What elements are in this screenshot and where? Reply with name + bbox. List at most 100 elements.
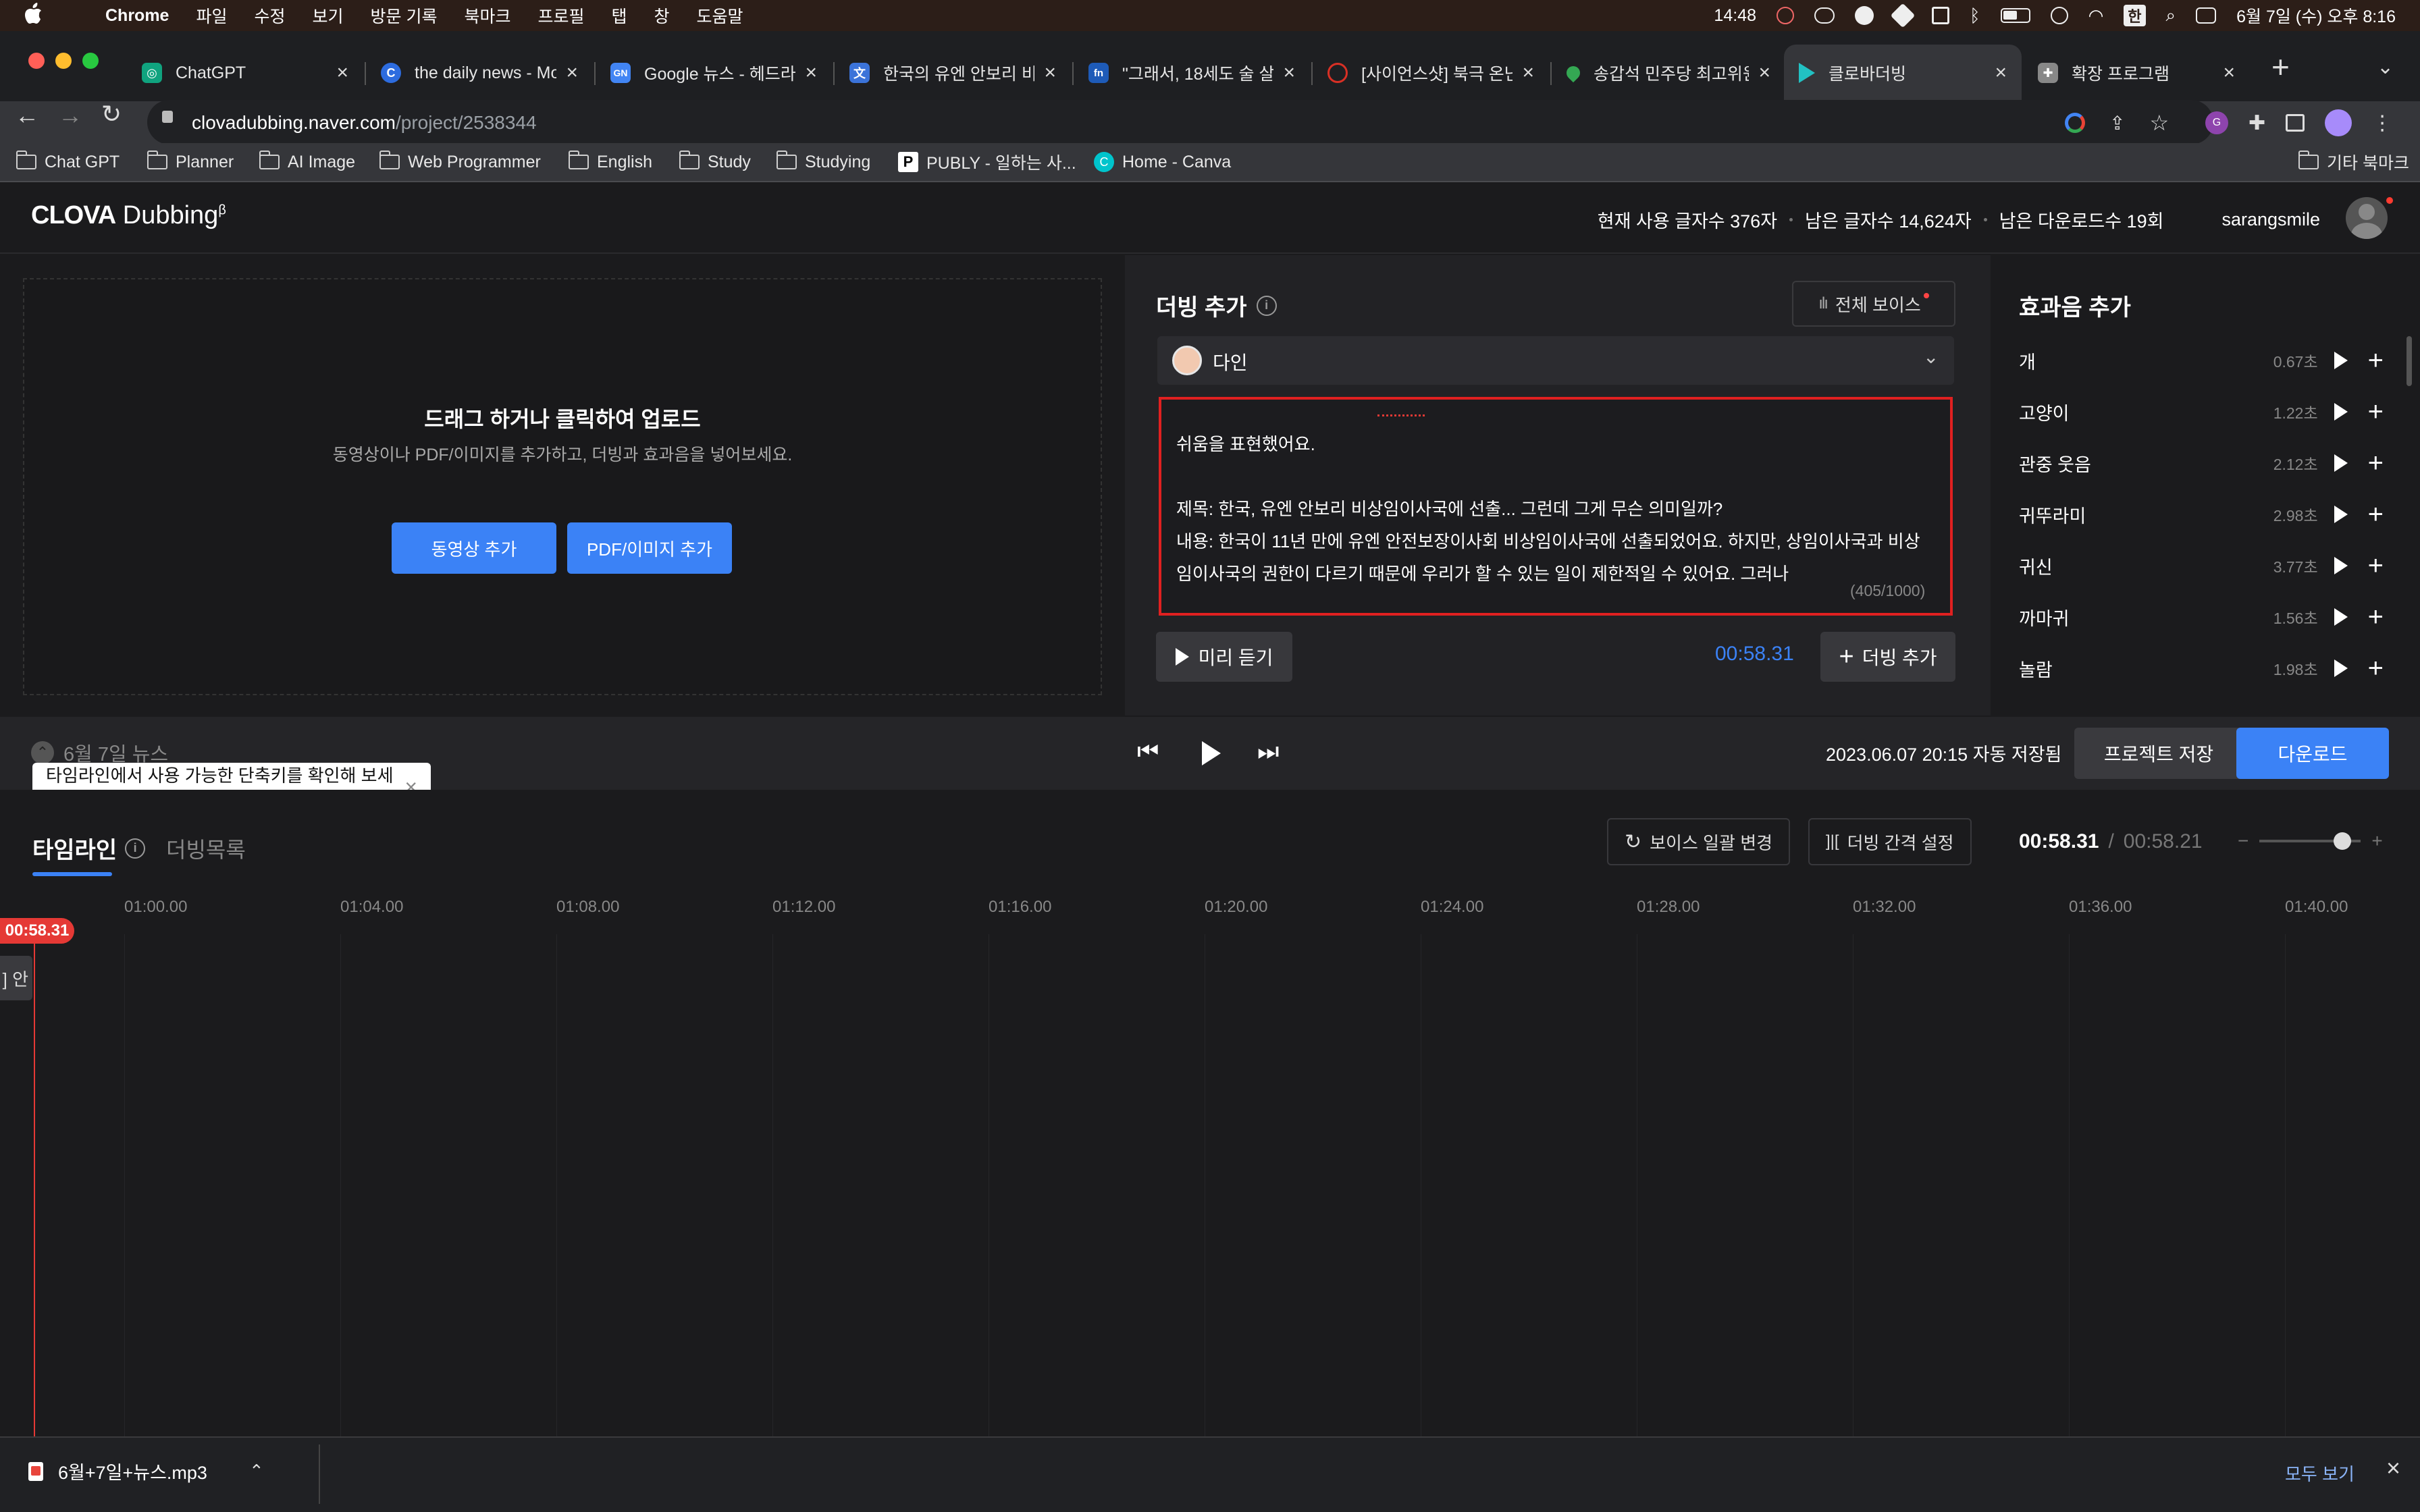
profile-avatar-icon[interactable] [2325,109,2352,136]
lock-icon[interactable] [162,111,173,123]
menubar-datetime[interactable]: 6월 7일 (수) 오후 8:16 [2236,3,2396,28]
downloaded-file[interactable]: 6월+7일+뉴스.mp3 ⌃ [28,1458,264,1484]
zoom-out-icon[interactable]: − [2238,830,2248,852]
skip-back-icon[interactable]: ⏮ [1137,737,1159,766]
menu-view[interactable]: 보기 [313,3,344,28]
tab-close-icon[interactable]: × [566,61,578,84]
window-layout-icon[interactable] [1931,7,1949,24]
chevron-down-icon[interactable]: ⌄ [1923,346,1939,368]
tab-close-icon[interactable]: × [1283,61,1295,84]
all-voices-button[interactable]: ılı 전체 보이스 [1792,281,1955,327]
menu-tab[interactable]: 탭 [612,3,627,28]
control-center-icon[interactable] [2196,7,2217,24]
menu-app-name[interactable]: Chrome [105,6,169,26]
add-sfx-icon[interactable]: + [2368,347,2384,374]
dubbing-text-input[interactable]: 쉬움을 표현했어요. 제목: 한국, 유엔 안보리 비상임이사국에 선출... … [1159,397,1953,616]
tab-search-chevron-icon[interactable]: ⌄ [2377,55,2394,79]
new-tab-button[interactable]: + [2271,49,2290,85]
bookmark-canva[interactable]: C Home - Canva [1094,143,1231,181]
bookmark-publy[interactable]: P PUBLY - 일하는 사... [898,143,1076,181]
google-lens-icon[interactable] [2065,113,2085,133]
chevron-up-icon[interactable]: ⌃ [249,1461,264,1482]
tab-daily-news[interactable]: C the daily news - Mo × [366,45,593,101]
tab-song-article[interactable]: 송갑석 민주당 최고위원 × [1552,45,1785,101]
skip-forward-icon[interactable]: ⏭ [1257,737,1279,766]
play-icon[interactable] [2334,608,2348,626]
info-icon[interactable]: i [1256,295,1277,316]
bookmark-web-programmer[interactable]: Web Programmer [379,143,541,181]
add-video-button[interactable]: 동영상 추가 [392,522,556,574]
tab-close-icon[interactable]: × [1522,61,1534,84]
tab-close-icon[interactable]: × [1044,61,1056,84]
zoom-slider-knob[interactable] [2334,832,2352,850]
add-pdf-image-button[interactable]: PDF/이미지 추가 [567,522,732,574]
menu-history[interactable]: 방문 기록 [371,3,438,28]
tab-fn-article[interactable]: fn "그래서, 18세도 술 살 × [1074,45,1310,101]
extension-badge-icon[interactable]: G [2205,111,2228,134]
voice-select[interactable] [1157,336,1954,385]
battery-icon[interactable] [2000,8,2030,23]
tab-close-icon[interactable]: × [1995,61,2007,84]
download-button[interactable]: 다운로드 [2236,728,2389,779]
window-zoom-button[interactable] [82,53,99,69]
menu-bookmarks[interactable]: 북마크 [464,3,510,28]
bookmark-studying[interactable]: Studying [777,143,870,181]
menu-help[interactable]: 도움말 [697,3,743,28]
add-sfx-icon[interactable]: + [2368,552,2384,579]
tab-close-icon[interactable]: × [2223,61,2235,84]
playhead-line[interactable] [34,934,35,1436]
side-panel-icon[interactable] [2286,114,2305,132]
bulk-voice-change-button[interactable]: ↻ 보이스 일괄 변경 [1607,818,1791,865]
add-sfx-icon[interactable]: + [2368,398,2384,425]
apple-icon[interactable] [24,3,43,30]
play-icon[interactable] [2334,352,2348,369]
bolt-icon[interactable] [1854,6,1874,25]
add-sfx-icon[interactable]: + [2368,501,2384,528]
input-method-indicator[interactable]: 한 [2124,5,2146,26]
menu-window[interactable]: 창 [654,3,670,28]
bluetooth-icon[interactable]: ᛒ [1970,5,1980,26]
bookmark-english[interactable]: English [569,143,652,181]
bookmark-chatgpt[interactable]: Chat GPT [16,143,120,181]
preview-button[interactable]: 미리 듣기 [1156,632,1292,682]
tab-timeline[interactable]: 타임라인 i [32,832,146,865]
tab-un-article[interactable]: 文 한국의 유엔 안보리 비상 × [835,45,1071,101]
window-close-button[interactable] [28,53,45,69]
dubbing-interval-button[interactable]: ]|[ 더빙 간격 설정 [1808,818,1972,865]
add-sfx-icon[interactable]: + [2368,603,2384,630]
bookmark-other[interactable]: 기타 북마크 [2298,143,2409,181]
zoom-in-icon[interactable]: + [2371,830,2382,852]
tab-close-icon[interactable]: × [336,61,348,84]
url-text[interactable]: clovadubbing.naver.com/project/2538344 [192,101,537,144]
play-icon[interactable] [1202,741,1221,765]
extension-status-icon[interactable] [1890,3,1916,28]
info-icon[interactable]: i [125,838,146,859]
wifi-icon[interactable]: ◠ [2088,5,2104,26]
puzzle-extensions-icon[interactable]: ✚ [2248,111,2265,135]
menu-file[interactable]: 파일 [196,3,227,28]
reload-icon[interactable]: ↻ [101,100,122,128]
play-icon[interactable] [2334,403,2348,421]
username[interactable]: sarangsmile [2221,209,2320,230]
window-minimize-button[interactable] [55,53,72,69]
zoom-slider[interactable] [2259,832,2361,850]
more-menu-icon[interactable]: ⋮ [2372,111,2392,135]
user-avatar[interactable] [2346,197,2388,239]
collapse-icon[interactable]: ⌃ [31,741,54,764]
bookmark-study[interactable]: Study [679,143,751,181]
play-icon[interactable] [2334,557,2348,574]
tab-close-icon[interactable]: × [805,61,817,84]
timeline-clip[interactable]: ] 안 [0,956,32,1000]
tab-close-icon[interactable]: × [1758,61,1770,84]
bookmark-ai-image[interactable]: AI Image [259,143,355,181]
share-icon[interactable]: ⇪ [2109,112,2125,134]
forward-icon[interactable]: → [58,101,82,130]
clova-dubbing-logo[interactable]: CLOVA Dubbingβ [31,201,226,230]
menu-profile[interactable]: 프로필 [537,3,584,28]
tab-google-news[interactable]: GN Google 뉴스 - 헤드라 × [596,45,832,101]
user-switch-icon[interactable] [2050,7,2068,24]
bookmark-star-icon[interactable]: ☆ [2149,110,2169,136]
play-icon[interactable] [2334,506,2348,523]
add-dubbing-button[interactable]: + 더빙 추가 [1820,632,1955,682]
tab-dubbing-list[interactable]: 더빙목록 [166,833,246,864]
